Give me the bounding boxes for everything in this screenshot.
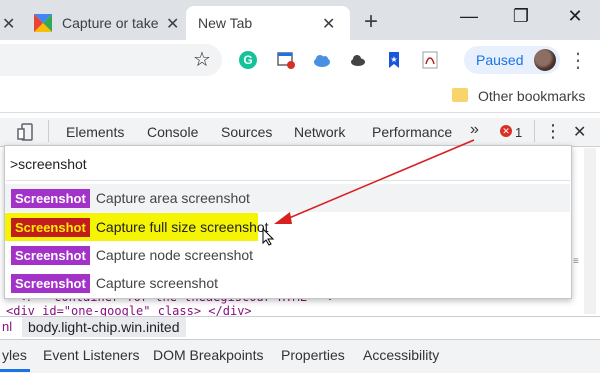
svg-text:G: G	[243, 53, 252, 67]
tab-partial[interactable]: ✕	[0, 6, 22, 40]
site-favicon-icon	[34, 14, 52, 32]
tab-dom-breakpoints[interactable]: DOM Breakpoints	[153, 347, 263, 363]
command-item[interactable]: Screenshot Capture screenshot	[5, 269, 570, 297]
command-badge: Screenshot	[11, 217, 90, 237]
command-label: Capture node screenshot	[95, 247, 254, 263]
minimize-button[interactable]: —	[454, 6, 484, 27]
active-tab-indicator	[0, 369, 30, 372]
divider	[48, 120, 49, 142]
cloud-blue-icon[interactable]	[312, 50, 332, 70]
tab-capture[interactable]: Capture or take ✕	[24, 6, 184, 40]
folder-icon	[452, 88, 468, 102]
more-tabs-icon[interactable]: »	[470, 121, 479, 139]
cursor-icon	[262, 228, 275, 246]
command-item[interactable]: Screenshot Capture node screenshot	[5, 241, 570, 269]
bookmark-extension-icon[interactable]: ★	[384, 50, 404, 70]
devtools-close-icon[interactable]: ✕	[573, 122, 586, 142]
tab-new-tab[interactable]: New Tab ✕	[186, 6, 350, 40]
error-count[interactable]: 1	[515, 125, 522, 140]
other-bookmarks-link[interactable]: Other bookmarks	[478, 88, 585, 104]
grammarly-icon[interactable]: G	[238, 50, 258, 70]
window-close-button[interactable]: ✕	[560, 6, 590, 27]
address-bar[interactable]	[0, 44, 222, 76]
breadcrumb-item[interactable]: nl	[2, 319, 12, 334]
new-tab-button[interactable]: +	[364, 8, 378, 36]
cloud-dark-icon[interactable]	[348, 50, 368, 70]
tab-title: New Tab	[198, 15, 253, 31]
tab-event-listeners[interactable]: Event Listeners	[43, 347, 140, 363]
command-label: Capture area screenshot	[95, 190, 250, 206]
close-icon[interactable]: ✕	[322, 14, 335, 34]
browser-menu-icon[interactable]: ⋮	[568, 48, 588, 73]
devtools-menu-icon[interactable]: ⋮	[544, 121, 562, 142]
device-toggle-icon[interactable]	[16, 122, 36, 145]
bookmark-star-icon[interactable]: ☆	[192, 50, 212, 70]
divider	[6, 180, 570, 181]
close-icon[interactable]: ✕	[2, 14, 15, 34]
command-badge: Screenshot	[11, 273, 90, 293]
paused-label: Paused	[476, 52, 524, 68]
tab-accessibility[interactable]: Accessibility	[363, 347, 439, 363]
command-label: Capture full size screenshot	[95, 219, 269, 235]
command-item[interactable]: Screenshot Capture area screenshot	[5, 184, 570, 212]
svg-text:★: ★	[390, 55, 397, 64]
avatar	[534, 49, 556, 71]
tab-performance[interactable]: Performance	[372, 124, 452, 140]
resize-handle-icon[interactable]: ≡	[573, 256, 579, 267]
close-icon[interactable]: ✕	[166, 14, 179, 34]
command-item-highlighted[interactable]: Screenshot Capture full size screenshot	[5, 213, 570, 241]
command-input[interactable]: >screenshot	[10, 156, 87, 172]
scrollbar[interactable]	[584, 148, 596, 314]
command-badge: Screenshot	[11, 188, 90, 208]
tab-console[interactable]: Console	[147, 124, 198, 140]
breadcrumb-item-body[interactable]: body.light-chip.win.inited	[22, 317, 186, 337]
command-label: Capture screenshot	[95, 275, 218, 291]
tab-title: Capture or take	[62, 15, 159, 31]
divider	[534, 120, 535, 142]
tab-sources[interactable]: Sources	[221, 124, 272, 140]
command-badge: Screenshot	[11, 245, 90, 265]
window-extension-icon[interactable]	[276, 50, 296, 70]
pdf-icon[interactable]	[420, 50, 440, 70]
tab-styles[interactable]: yles	[2, 347, 27, 363]
tab-elements[interactable]: Elements	[66, 124, 124, 140]
tab-network[interactable]: Network	[294, 124, 345, 140]
tab-properties[interactable]: Properties	[281, 347, 345, 363]
error-icon[interactable]: ✕	[500, 125, 512, 137]
profile-paused-chip[interactable]: Paused	[464, 46, 560, 74]
maximize-button[interactable]: ❐	[506, 6, 536, 27]
